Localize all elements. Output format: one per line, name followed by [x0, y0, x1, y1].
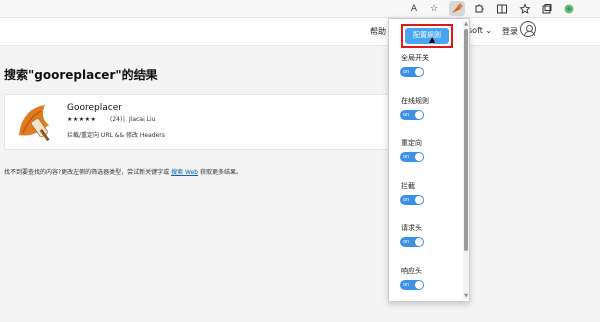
- rating-stars: ★★★★★: [67, 116, 97, 123]
- favorites-icon[interactable]: [519, 3, 531, 15]
- read-aloud-icon[interactable]: A: [408, 3, 420, 15]
- toggle-knob: [415, 238, 423, 246]
- option-label-response-headers: 响应头: [401, 267, 422, 275]
- toggle-knob: [415, 111, 423, 119]
- hint-prefix: 找不到要查找的内容?更改左侧的筛选器类型，尝试新关键字或: [4, 169, 170, 176]
- toggle-on-text: on: [403, 239, 410, 245]
- toggle-on-text: on: [403, 69, 410, 75]
- toggle-global[interactable]: on: [400, 67, 424, 77]
- login-link[interactable]: 登录: [502, 26, 518, 37]
- toggle-knob: [415, 68, 423, 76]
- toggle-knob: [415, 153, 423, 161]
- option-label-request-headers: 请求头: [401, 224, 422, 232]
- toggle-online-rules[interactable]: on: [400, 110, 424, 120]
- results-count: 1 个扩展: [122, 70, 150, 78]
- config-rules-button[interactable]: 配置规则: [405, 28, 449, 44]
- toggle-on-text: on: [403, 197, 410, 203]
- no-results-hint: 找不到要查找的内容?更改左侧的筛选器类型，尝试新关键字或 搜索 Web 获取更多…: [4, 167, 242, 176]
- scroll-thumb[interactable]: [464, 29, 468, 251]
- toggle-on-text: on: [403, 282, 410, 288]
- favorite-star-icon[interactable]: ☆: [428, 3, 440, 15]
- toggle-knob: [415, 196, 423, 204]
- scroll-up-icon[interactable]: ▲: [463, 21, 469, 27]
- gooreplacer-popup: 配置规则 ▲ 全局开关 on 在线规则 on 重定向 on 拦截 on 请求头 …: [388, 18, 470, 302]
- extension-description: 拦截/重定向 URL && 修改 Headers: [67, 132, 165, 139]
- toggle-knob: [415, 281, 423, 289]
- split-screen-icon[interactable]: [496, 3, 508, 15]
- gooreplacer-logo-icon: [13, 99, 59, 145]
- toggle-redirect[interactable]: on: [400, 152, 424, 162]
- scroll-down-icon[interactable]: ▼: [463, 293, 469, 299]
- copilot-icon[interactable]: [563, 3, 575, 15]
- extension-author: Jiacai Liu: [129, 116, 156, 123]
- extension-card[interactable]: Gooreplacer ★★★★★ (24) | Jiacai Liu 拦截/重…: [4, 94, 390, 150]
- toggle-on-text: on: [403, 112, 410, 118]
- option-label-global: 全局开关: [401, 54, 429, 62]
- hint-suffix: 获取更多结果。: [200, 169, 243, 176]
- option-label-block: 拦截: [401, 182, 415, 190]
- popup-scrollbar[interactable]: ▲ ▼: [463, 21, 469, 299]
- toggle-request-headers[interactable]: on: [400, 237, 424, 247]
- toggle-on-text: on: [403, 154, 410, 160]
- rating-count: (24): [110, 116, 123, 123]
- toggle-response-headers[interactable]: on: [400, 280, 424, 290]
- option-label-redirect: 重定向: [401, 139, 422, 147]
- search-web-link[interactable]: 搜索 Web: [171, 169, 198, 176]
- option-label-online-rules: 在线规则: [401, 97, 429, 105]
- separator: |: [123, 116, 126, 123]
- gooreplacer-ext-icon[interactable]: [449, 1, 465, 16]
- collections-icon[interactable]: [541, 3, 553, 15]
- mouse-cursor-icon: ▲: [429, 35, 436, 44]
- help-link[interactable]: 帮助: [370, 26, 386, 37]
- browser-toolbar: A ☆: [0, 0, 600, 18]
- extension-name[interactable]: Gooreplacer: [67, 103, 122, 113]
- avatar[interactable]: [520, 21, 536, 37]
- extensions-puzzle-icon[interactable]: [473, 3, 485, 15]
- toggle-block[interactable]: on: [400, 195, 424, 205]
- store-header: 帮助 rosoft ⌄ 登录: [0, 18, 600, 46]
